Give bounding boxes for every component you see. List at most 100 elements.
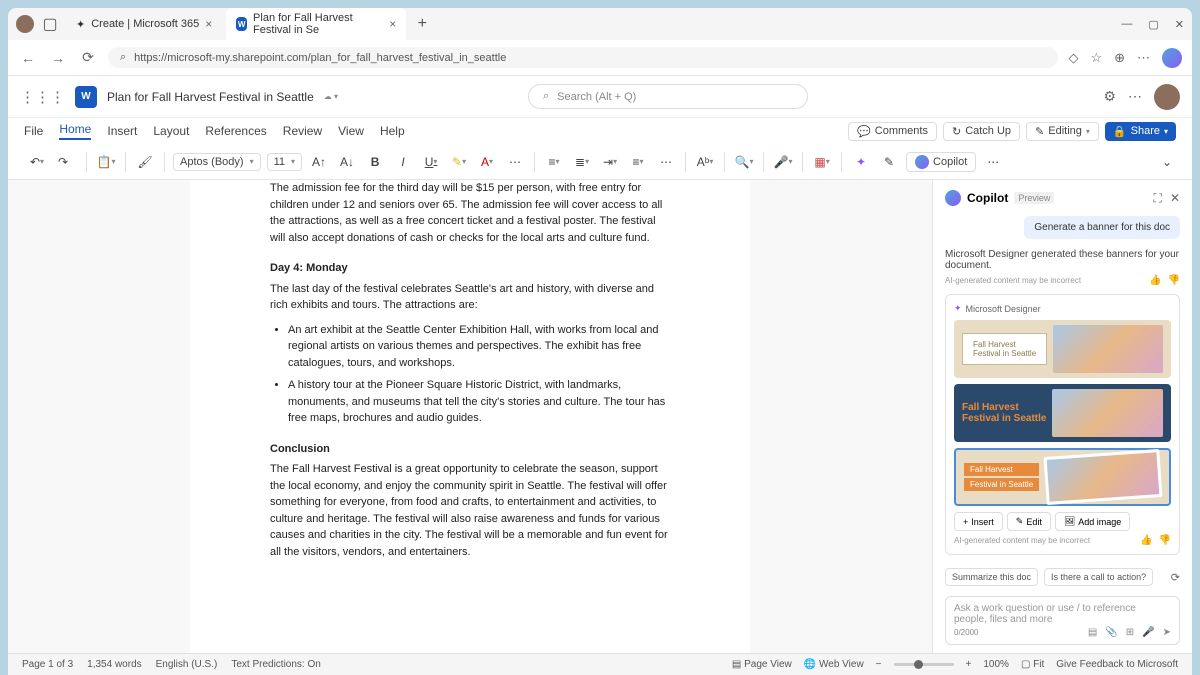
suggestion-summarize[interactable]: Summarize this doc — [945, 568, 1038, 586]
font-color-button[interactable]: A▾ — [476, 151, 498, 173]
list-item[interactable]: A history tour at the Pioneer Square His… — [288, 377, 670, 427]
more-icon[interactable]: ⋯ — [1137, 50, 1150, 66]
browser-tab-create[interactable]: ✦ Create | Microsoft 365 × — [66, 13, 222, 35]
mic-icon[interactable]: 🎤 — [1142, 627, 1154, 638]
new-tab-button[interactable]: + — [410, 12, 434, 36]
styles-button[interactable]: Aᵇ▾ — [694, 151, 716, 173]
text-predictions[interactable]: Text Predictions: On — [231, 659, 320, 670]
attach-icon[interactable]: 📎 — [1105, 627, 1117, 638]
feedback-link[interactable]: Give Feedback to Microsoft — [1056, 659, 1178, 670]
collections-icon[interactable]: ⊕ — [1114, 50, 1125, 66]
heading-day4[interactable]: Day 4: Monday — [270, 260, 670, 277]
list-item[interactable]: An art exhibit at the Seattle Center Exh… — [288, 322, 670, 372]
close-icon[interactable]: × — [389, 17, 396, 31]
thumbs-up-icon[interactable]: 👍 — [1149, 275, 1161, 286]
document-page[interactable]: The admission fee for the third day will… — [190, 180, 750, 653]
user-avatar[interactable] — [1154, 84, 1180, 110]
tab-home[interactable]: Home — [59, 122, 91, 140]
find-button[interactable]: 🔍▾ — [733, 151, 755, 173]
page-view-button[interactable]: ▤ Page View — [732, 659, 792, 670]
align-button[interactable]: ≡▾ — [627, 151, 649, 173]
share-button[interactable]: 🔒 Share ▾ — [1105, 122, 1176, 141]
refresh-suggestions-icon[interactable]: ⟳ — [1171, 571, 1180, 584]
zoom-in-icon[interactable]: + — [966, 659, 972, 670]
thumbs-up-icon[interactable]: 👍 — [1140, 535, 1152, 546]
back-icon[interactable]: ← — [18, 50, 38, 66]
tab-insert[interactable]: Insert — [107, 124, 137, 138]
add-image-button[interactable]: 🖼 Add image — [1055, 512, 1130, 531]
heading-conclusion[interactable]: Conclusion — [270, 441, 670, 458]
indent-button[interactable]: ⇥▾ — [599, 151, 621, 173]
fit-button[interactable]: ▢ Fit — [1021, 659, 1044, 670]
numbering-button[interactable]: ≣▾ — [571, 151, 593, 173]
close-icon[interactable]: ✕ — [1175, 18, 1184, 31]
document-title[interactable]: Plan for Fall Harvest Festival in Seattl… — [107, 90, 314, 104]
tab-layout[interactable]: Layout — [153, 124, 189, 138]
copilot-toolbar-button[interactable]: Copilot — [906, 152, 976, 172]
tab-file[interactable]: File — [24, 124, 43, 138]
collapse-ribbon-button[interactable]: ⌄ — [1156, 151, 1178, 173]
copilot-input[interactable]: Ask a work question or use / to referenc… — [945, 596, 1180, 645]
document-canvas[interactable]: The admission fee for the third day will… — [8, 180, 932, 653]
more-icon[interactable]: ⋯ — [1128, 88, 1142, 105]
paste-button[interactable]: 📋▾ — [95, 151, 117, 173]
prompt-guide-icon[interactable]: ▤ — [1088, 627, 1097, 638]
bullets-button[interactable]: ≡▾ — [543, 151, 565, 173]
banner-option-2[interactable]: Fall HarvestFestival in Seattle — [954, 384, 1171, 442]
designer-button[interactable]: ✦ — [850, 151, 872, 173]
shopping-icon[interactable]: ◇ — [1068, 50, 1078, 66]
catchup-button[interactable]: ↻ Catch Up — [943, 122, 1020, 141]
suggestion-cta[interactable]: Is there a call to action? — [1044, 568, 1153, 586]
forward-icon[interactable]: → — [48, 50, 68, 66]
more-font-button[interactable]: ⋯ — [504, 151, 526, 173]
format-painter-button[interactable]: 🖌 — [134, 151, 156, 173]
banner-option-1[interactable]: Fall HarvestFestival in Seattle — [954, 320, 1171, 378]
zoom-slider[interactable] — [894, 663, 954, 666]
tab-view[interactable]: View — [338, 124, 364, 138]
edit-button[interactable]: ✎ Edit — [1007, 512, 1051, 531]
close-icon[interactable]: ✕ — [1170, 191, 1180, 206]
bullet-list[interactable]: An art exhibit at the Seattle Center Exh… — [288, 322, 670, 427]
tab-help[interactable]: Help — [380, 124, 405, 138]
tab-review[interactable]: Review — [283, 124, 322, 138]
language-indicator[interactable]: English (U.S.) — [156, 659, 218, 670]
paragraph[interactable]: The last day of the festival celebrates … — [270, 281, 670, 314]
maximize-icon[interactable]: ▢ — [1148, 18, 1158, 31]
table-button[interactable]: ▦▾ — [811, 151, 833, 173]
web-view-button[interactable]: 🌐 Web View — [804, 659, 864, 670]
tab-references[interactable]: References — [205, 124, 266, 138]
paragraph[interactable]: The admission fee for the third day will… — [270, 180, 670, 246]
paragraph[interactable]: The Fall Harvest Festival is a great opp… — [270, 461, 670, 560]
italic-button[interactable]: I — [392, 151, 414, 173]
minimize-icon[interactable]: — — [1121, 18, 1132, 31]
font-select[interactable]: Aptos (Body)▾ — [173, 153, 261, 171]
browser-tab-document[interactable]: W Plan for Fall Harvest Festival in Se × — [226, 8, 406, 40]
zoom-out-icon[interactable]: − — [876, 659, 882, 670]
more-toolbar-button[interactable]: ⋯ — [982, 151, 1004, 173]
app-launcher-icon[interactable]: ⋮⋮⋮ — [20, 88, 65, 106]
grow-font-button[interactable]: A↑ — [308, 151, 330, 173]
saved-indicator-icon[interactable]: ☁ ▾ — [324, 92, 338, 101]
send-icon[interactable]: ➤ — [1163, 627, 1171, 638]
profile-avatar[interactable] — [16, 15, 34, 33]
editor-button[interactable]: ✎ — [878, 151, 900, 173]
highlight-button[interactable]: ✎▾ — [448, 151, 470, 173]
search-input[interactable]: ⌕ Search (Alt + Q) — [528, 84, 808, 109]
settings-icon[interactable]: ⚙ — [1103, 88, 1116, 105]
underline-button[interactable]: U▾ — [420, 151, 442, 173]
copilot-icon[interactable] — [1162, 48, 1182, 68]
word-count[interactable]: 1,354 words — [87, 659, 141, 670]
workspaces-icon[interactable]: ▢ — [38, 12, 62, 36]
thumbs-down-icon[interactable]: 👎 — [1159, 535, 1171, 546]
bold-button[interactable]: B — [364, 151, 386, 173]
redo-button[interactable]: ↷ — [52, 151, 74, 173]
editing-button[interactable]: ✎ Editing ▾ — [1026, 122, 1099, 141]
dictate-button[interactable]: 🎤▾ — [772, 151, 794, 173]
expand-icon[interactable]: ⛶ — [1154, 191, 1162, 206]
banner-option-3-selected[interactable]: Fall Harvest Festival in Seattle — [954, 448, 1171, 506]
favorite-icon[interactable]: ☆ — [1090, 50, 1102, 66]
undo-button[interactable]: ↶▾ — [26, 151, 48, 173]
close-icon[interactable]: × — [205, 17, 212, 31]
zoom-level[interactable]: 100% — [983, 659, 1009, 670]
refresh-icon[interactable]: ⟳ — [78, 49, 98, 66]
